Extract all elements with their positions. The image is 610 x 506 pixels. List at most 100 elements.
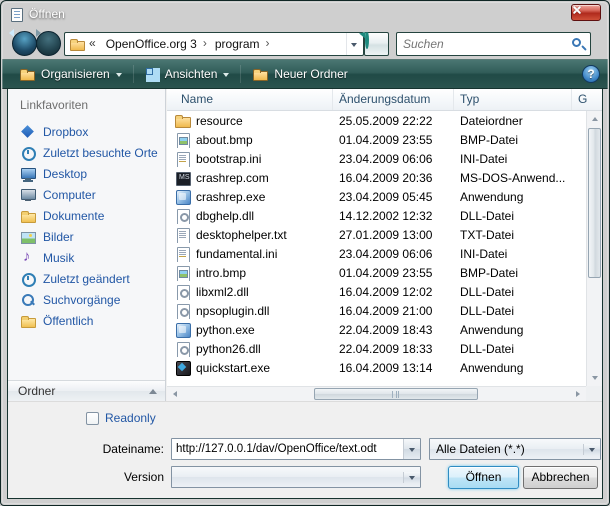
file-list-header: Name Änderungsdatum Typ G bbox=[167, 89, 602, 111]
open-dialog-window: Öffnen « OpenOffice.org 3 › program › bbox=[0, 0, 610, 506]
chevron-up-icon bbox=[149, 385, 157, 394]
titlebar: Öffnen bbox=[1, 1, 609, 29]
dll-icon bbox=[175, 303, 191, 319]
filename-combobox bbox=[171, 438, 421, 460]
dropbox-icon bbox=[20, 124, 36, 140]
filetype-dropdown-button[interactable] bbox=[583, 444, 600, 455]
app-icon bbox=[175, 189, 191, 205]
close-button[interactable] bbox=[571, 4, 601, 21]
file-row[interactable]: resource 25.05.2009 22:22 Dateiordner bbox=[167, 111, 586, 130]
horizontal-scrollbar[interactable] bbox=[167, 386, 586, 401]
forward-button[interactable] bbox=[36, 31, 61, 56]
new-folder-button[interactable]: Neuer Ordner bbox=[243, 62, 356, 86]
readonly-checkbox[interactable] bbox=[86, 412, 99, 425]
file-row[interactable]: intro.bmp 01.04.2009 23:55 BMP-Datei bbox=[167, 263, 586, 282]
search-button[interactable] bbox=[566, 33, 590, 55]
computer-icon bbox=[20, 187, 36, 203]
bmp-icon bbox=[175, 265, 191, 281]
breadcrumb-item[interactable]: program bbox=[210, 37, 265, 51]
searches-icon bbox=[20, 292, 36, 308]
sidebar-item[interactable]: Öffentlich bbox=[8, 310, 165, 331]
chevron-down-icon bbox=[223, 73, 229, 80]
arrow-up-icon bbox=[592, 114, 598, 121]
search-input[interactable] bbox=[397, 37, 566, 51]
filename-input[interactable] bbox=[172, 439, 403, 459]
bmp-icon bbox=[175, 132, 191, 148]
sidebar-item[interactable]: Desktop bbox=[8, 163, 165, 184]
dll-icon bbox=[175, 341, 191, 357]
file-row[interactable]: python.exe 22.04.2009 18:43 Anwendung bbox=[167, 320, 586, 339]
version-select[interactable] bbox=[171, 466, 421, 488]
readonly-checkbox-row: Readonly bbox=[86, 411, 156, 425]
sidebar-item[interactable]: Zuletzt besuchte Orte bbox=[8, 142, 165, 163]
filetype-select[interactable]: Alle Dateien (*.*) bbox=[429, 438, 601, 460]
chevron-right-icon[interactable]: › bbox=[265, 36, 273, 52]
recent-places-icon bbox=[20, 145, 36, 161]
vertical-scroll-thumb[interactable] bbox=[588, 128, 601, 278]
file-row[interactable]: fundamental.ini 23.04.2009 06:06 INI-Dat… bbox=[167, 244, 586, 263]
horizontal-scroll-thumb[interactable] bbox=[314, 388, 477, 400]
ini-icon bbox=[175, 151, 191, 167]
cancel-button[interactable]: Abbrechen bbox=[523, 466, 598, 489]
file-row[interactable]: python26.dll 22.04.2009 18:33 DLL-Datei bbox=[167, 339, 586, 358]
recently-changed-icon bbox=[20, 271, 36, 287]
column-header-date[interactable]: Änderungsdatum bbox=[333, 89, 454, 110]
column-header-name[interactable]: Name bbox=[167, 89, 333, 110]
msdos-icon bbox=[175, 170, 191, 186]
sidebar-item[interactable]: Dropbox bbox=[8, 121, 165, 142]
breadcrumb-item[interactable]: OpenOffice.org 3 bbox=[101, 37, 202, 51]
dll-icon bbox=[175, 284, 191, 300]
favorites-title: Linkfavoriten bbox=[20, 98, 165, 112]
organize-icon bbox=[19, 67, 35, 81]
file-row[interactable]: crashrep.exe 23.04.2009 05:45 Anwendung bbox=[167, 187, 586, 206]
search-icon bbox=[572, 38, 581, 47]
command-toolbar: Organisieren Ansichten Neuer Ordner ? bbox=[2, 59, 608, 89]
breadcrumb-history-dropdown[interactable] bbox=[346, 33, 361, 55]
scroll-left-button[interactable] bbox=[167, 387, 182, 401]
arrow-right-icon bbox=[576, 391, 583, 397]
back-button[interactable] bbox=[12, 31, 37, 56]
dialog-content: Linkfavoriten Dropbox Zuletzt besuchte O… bbox=[8, 89, 602, 498]
sidebar-item[interactable]: Computer bbox=[8, 184, 165, 205]
views-button[interactable]: Ansichten bbox=[136, 62, 239, 86]
refresh-button[interactable] bbox=[364, 32, 389, 56]
sidebar-item[interactable]: Zuletzt geändert bbox=[8, 268, 165, 289]
breadcrumb: « OpenOffice.org 3 › program › bbox=[64, 32, 364, 56]
scrollbar-corner bbox=[586, 386, 602, 401]
organize-button[interactable]: Organisieren bbox=[10, 62, 131, 86]
folders-pane-toggle[interactable]: Ordner bbox=[8, 380, 165, 401]
file-row[interactable]: about.bmp 01.04.2009 23:55 BMP-Datei bbox=[167, 130, 586, 149]
scroll-right-button[interactable] bbox=[571, 387, 586, 401]
sidebar-item[interactable]: Dokumente bbox=[8, 205, 165, 226]
desktop-icon bbox=[20, 166, 36, 182]
file-row[interactable]: dbghelp.dll 14.12.2002 12:32 DLL-Datei bbox=[167, 206, 586, 225]
sidebar: Linkfavoriten Dropbox Zuletzt besuchte O… bbox=[8, 89, 166, 401]
navigation-bar: « OpenOffice.org 3 › program › bbox=[8, 29, 602, 59]
file-row[interactable]: bootstrap.ini 23.04.2009 06:06 INI-Datei bbox=[167, 149, 586, 168]
file-row[interactable]: npsoplugin.dll 16.04.2009 21:00 DLL-Date… bbox=[167, 301, 586, 320]
file-row[interactable]: desktophelper.txt 27.01.2009 13:00 TXT-D… bbox=[167, 225, 586, 244]
folder-icon bbox=[175, 113, 191, 129]
chevron-right-icon[interactable]: › bbox=[202, 36, 210, 52]
breadcrumb-overflow-chevron[interactable]: « bbox=[85, 36, 101, 52]
quickstart-icon bbox=[175, 360, 191, 376]
file-row[interactable]: libxml2.dll 16.04.2009 12:02 DLL-Datei bbox=[167, 282, 586, 301]
file-row[interactable]: quickstart.exe 16.04.2009 13:14 Anwendun… bbox=[167, 358, 586, 377]
open-button[interactable]: Öffnen bbox=[448, 466, 519, 489]
filename-label: Dateiname: bbox=[8, 438, 164, 460]
file-list: Name Änderungsdatum Typ G resource 25.05… bbox=[167, 89, 602, 401]
version-dropdown-button[interactable] bbox=[403, 472, 420, 483]
help-button[interactable]: ? bbox=[582, 65, 600, 83]
sidebar-item[interactable]: Musik bbox=[8, 247, 165, 268]
column-header-size[interactable]: G bbox=[572, 89, 602, 110]
readonly-label[interactable]: Readonly bbox=[105, 411, 156, 425]
file-row[interactable]: crashrep.com 16.04.2009 20:36 MS-DOS-Anw… bbox=[167, 168, 586, 187]
scroll-up-button[interactable] bbox=[587, 111, 602, 126]
column-header-type[interactable]: Typ bbox=[454, 89, 572, 110]
vertical-scrollbar[interactable] bbox=[586, 111, 602, 386]
scroll-down-button[interactable] bbox=[587, 371, 602, 386]
sidebar-item[interactable]: Suchvorgänge bbox=[8, 289, 165, 310]
folder-icon bbox=[69, 37, 85, 51]
filename-dropdown-button[interactable] bbox=[403, 439, 420, 459]
sidebar-item[interactable]: Bilder bbox=[8, 226, 165, 247]
